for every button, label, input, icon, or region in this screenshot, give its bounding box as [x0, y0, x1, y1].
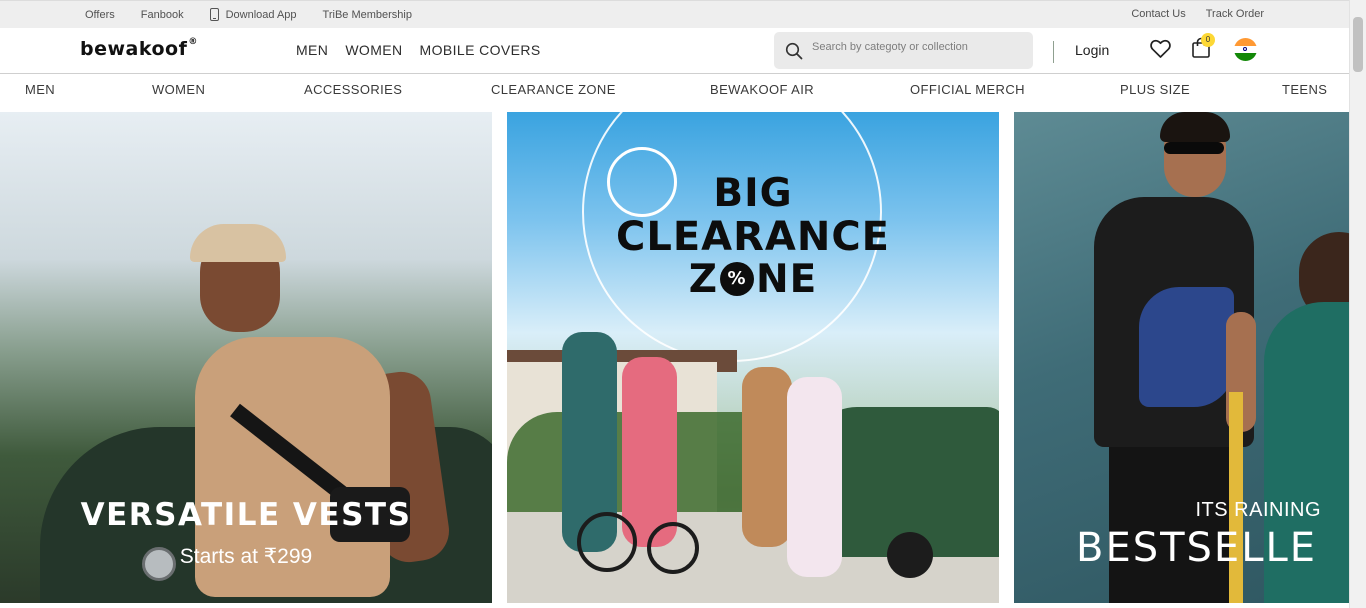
banner-big-clearance-zone[interactable]: BIG CLEARANCE Z% NE [507, 112, 999, 603]
phone-icon [209, 8, 219, 21]
category-men[interactable]: MEN [25, 82, 55, 97]
wishlist-button[interactable] [1150, 39, 1171, 64]
person-image [787, 377, 842, 577]
category-plus-size[interactable]: PLUS SIZE [1120, 82, 1190, 97]
india-flag-icon[interactable] [1234, 38, 1257, 61]
utility-links-right: Contact Us Track Order [1111, 8, 1264, 20]
search-box[interactable] [774, 32, 1033, 69]
person-image [622, 357, 677, 547]
zone-letters-rest: NE [756, 257, 818, 302]
zone-letter-z: Z [688, 257, 718, 302]
top-utility-bar: Offers Fanbook Download App TriBe Member… [0, 0, 1349, 28]
bicycle-wheel-image [577, 512, 637, 572]
tshirt-print-image [1139, 287, 1234, 407]
registered-mark: ® [188, 36, 198, 47]
category-clearance-zone[interactable]: CLEARANCE ZONE [491, 82, 616, 97]
brand-logo-text: Bewakoof [80, 38, 188, 60]
login-button[interactable]: Login [1075, 42, 1109, 58]
category-accessories[interactable]: ACCESSORIES [304, 82, 402, 97]
banner-kicker: ITS RAINING [1195, 499, 1321, 521]
banner-title: VERSATILE VESTS [80, 497, 412, 533]
download-app-link[interactable]: Download App [209, 8, 297, 21]
cart-count-badge: 0 [1201, 33, 1215, 47]
heart-icon [1150, 39, 1171, 58]
person-image [742, 367, 792, 547]
main-header: Bewakoof® MEN WOMEN MOBILE COVERS Login … [0, 28, 1349, 74]
fanbook-link[interactable]: Fanbook [141, 9, 184, 21]
banner-title-line-3: Z% NE [507, 260, 999, 299]
brand-logo[interactable]: Bewakoof® [80, 36, 198, 60]
banner-subtitle: Starts at ₹299 [179, 545, 313, 568]
offers-link[interactable]: Offers [85, 9, 115, 21]
nav-women[interactable]: WOMEN [345, 42, 402, 58]
percent-badge-icon: % [720, 261, 754, 296]
banner-title: BESTSELLE [1076, 525, 1318, 571]
category-nav: MEN WOMEN ACCESSORIES CLEARANCE ZONE BEW… [0, 75, 1349, 104]
bicycle-wheel-image [647, 522, 699, 574]
banner-title-line-2: CLEARANCE [615, 214, 891, 260]
model-hair-image [1160, 112, 1230, 142]
search-input[interactable] [812, 41, 1022, 53]
chair-image [1229, 392, 1243, 603]
header-divider [1053, 41, 1054, 63]
category-bewakoof-air[interactable]: BEWAKOOF AIR [710, 82, 814, 97]
nav-mobile-covers[interactable]: MOBILE COVERS [420, 42, 541, 58]
tribe-membership-link[interactable]: TriBe Membership [323, 9, 412, 21]
banner-title-line-3-text: Z% NE [689, 257, 818, 302]
banner-versatile-vests[interactable]: VERSATILE VESTS Starts at ₹299 [0, 112, 492, 603]
download-app-label: Download App [225, 8, 297, 21]
contact-us-link[interactable]: Contact Us [1131, 8, 1185, 20]
category-women[interactable]: WOMEN [152, 82, 205, 97]
track-order-link[interactable]: Track Order [1206, 8, 1264, 20]
page: Offers Fanbook Download App TriBe Member… [0, 0, 1366, 608]
cap-image [190, 224, 286, 262]
category-teens[interactable]: TEENS [1282, 82, 1327, 97]
sunglasses-image [1164, 142, 1224, 154]
page-scrollbar[interactable] [1349, 0, 1366, 608]
category-official-merch[interactable]: OFFICIAL MERCH [910, 82, 1025, 97]
banner-title-line-1: BIG [713, 171, 793, 216]
utility-links-left: Offers Fanbook Download App TriBe Member… [85, 8, 438, 21]
scrollbar-thumb[interactable] [1353, 17, 1363, 72]
search-icon [785, 42, 803, 60]
main-nav: MEN WOMEN MOBILE COVERS [296, 42, 558, 58]
banner-bestsellers[interactable]: ITS RAINING BESTSELLE [1014, 112, 1349, 603]
car-wheel-image [887, 532, 933, 578]
nav-men[interactable]: MEN [296, 42, 328, 58]
